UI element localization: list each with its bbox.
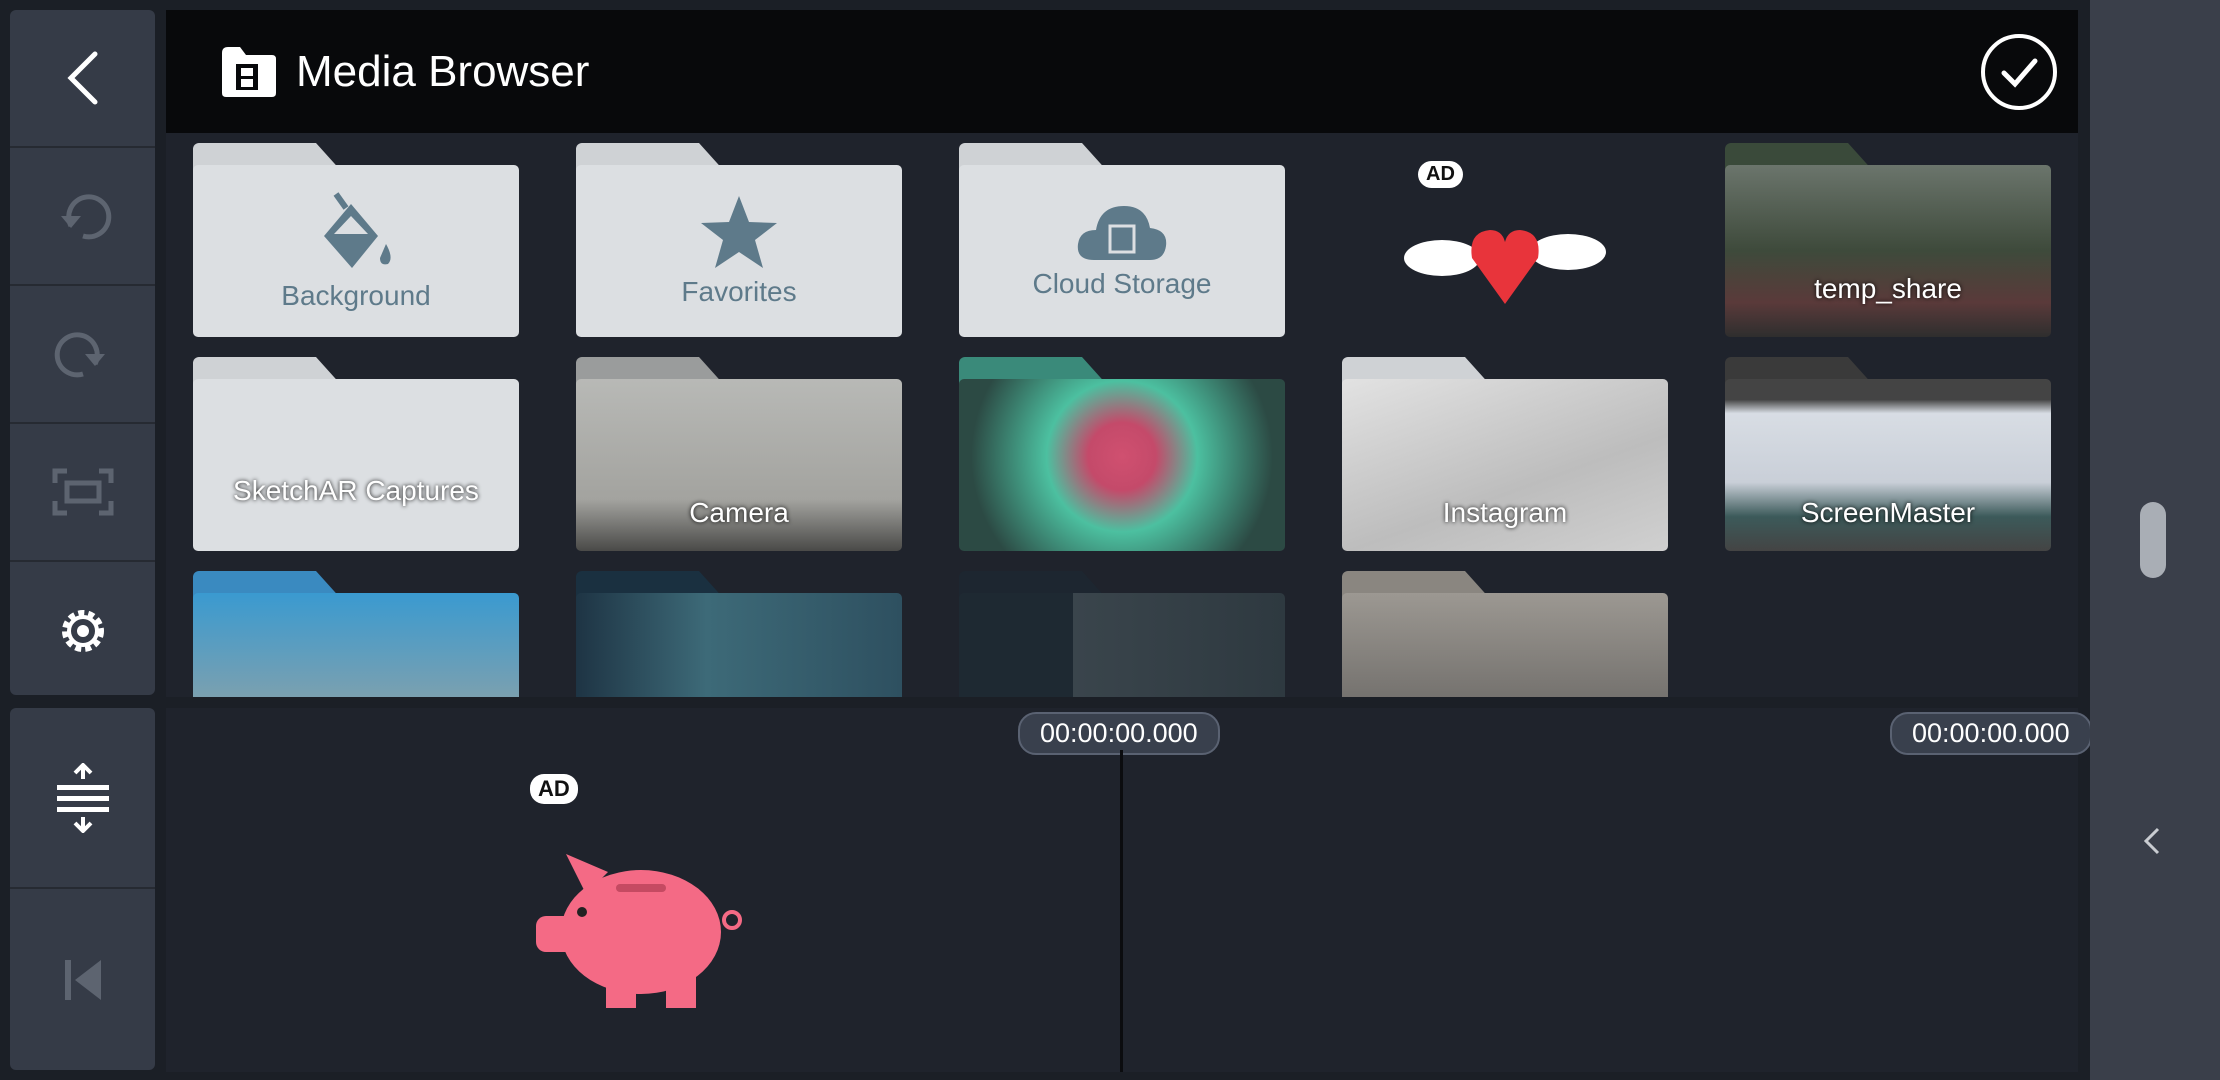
settings-icon: [61, 610, 104, 652]
skip-to-start-icon: [64, 959, 101, 1000]
expand-tracks-button[interactable]: [10, 708, 155, 889]
cloud-film-icon: [1077, 206, 1167, 260]
folder-sketchar-captures[interactable]: SketchAR Captures: [193, 357, 519, 551]
folder-background[interactable]: Background: [193, 143, 519, 337]
collapse-chevron-icon[interactable]: [2142, 826, 2162, 856]
fullscreen-icon: [52, 468, 113, 516]
fullscreen-button[interactable]: [10, 424, 155, 562]
folder-keyboard[interactable]: [1342, 571, 1668, 697]
media-folder-icon: [222, 46, 276, 97]
folder-camera[interactable]: Camera: [576, 357, 902, 551]
timeline[interactable]: 00:00:00.000 00:00:00.000 AD: [166, 708, 2092, 1072]
folder-temp-share[interactable]: temp_share: [1725, 143, 2051, 337]
piggy-bank-ad-icon[interactable]: [536, 842, 746, 1010]
back-icon: [66, 51, 97, 105]
settings-button[interactable]: [10, 562, 155, 695]
folder-figure-photo[interactable]: [959, 357, 1285, 551]
folder-instagram[interactable]: Instagram: [1342, 357, 1668, 551]
ad-badge: AD: [1418, 161, 1463, 188]
scrollbar-thumb[interactable]: [2140, 502, 2166, 578]
timeline-toolbar: [10, 708, 155, 1070]
ad-tile[interactable]: AD: [1342, 143, 1668, 337]
redo-icon: [54, 332, 105, 378]
folder-settings-screen[interactable]: [959, 571, 1285, 697]
media-browser-header: Media Browser: [166, 10, 2078, 133]
current-time: 00:00:00.000: [1018, 712, 1220, 755]
right-panel: [2090, 0, 2220, 1080]
folder-favorites[interactable]: Favorites: [576, 143, 902, 337]
media-grid: Background Favorites Cloud Storage AD te…: [166, 133, 2078, 697]
winged-heart-ad-icon: [1404, 230, 1606, 304]
undo-icon: [60, 194, 111, 240]
star-icon: [701, 196, 777, 268]
folder-home-screen[interactable]: [193, 571, 519, 697]
paint-bucket-icon: [324, 192, 391, 268]
playhead[interactable]: [1120, 750, 1123, 1072]
end-time: 00:00:00.000: [1890, 712, 2092, 755]
timeline-ad-badge: AD: [530, 774, 578, 804]
skip-to-start-button[interactable]: [10, 889, 155, 1070]
left-toolbar: [10, 10, 155, 695]
folder-kodi[interactable]: [576, 571, 902, 697]
confirm-button[interactable]: [1980, 33, 2058, 111]
back-button[interactable]: [10, 10, 155, 148]
expand-tracks-icon: [56, 762, 109, 833]
undo-button[interactable]: [10, 148, 155, 286]
redo-button[interactable]: [10, 286, 155, 424]
folder-cloud-storage[interactable]: Cloud Storage: [959, 143, 1285, 337]
folder-screenmaster[interactable]: ScreenMaster: [1725, 357, 2051, 551]
page-title: Media Browser: [296, 46, 590, 96]
